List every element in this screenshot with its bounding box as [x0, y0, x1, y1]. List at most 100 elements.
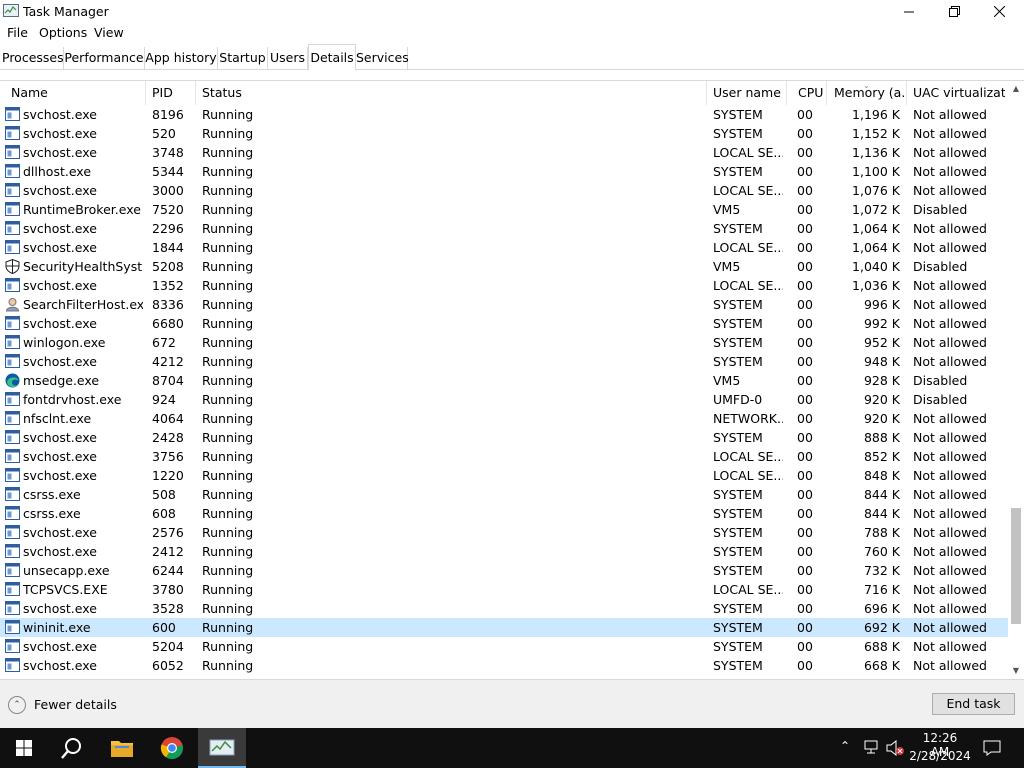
column-cpu[interactable]: CPU: [798, 85, 824, 103]
table-row[interactable]: svchost.exe 3756 Running LOCAL SE... 00 852 K…: [0, 447, 1008, 466]
restore-button[interactable]: [931, 0, 977, 23]
taskbar-search-button[interactable]: [48, 728, 96, 768]
column-name[interactable]: Name: [11, 85, 141, 103]
process-user: SYSTEM: [713, 525, 763, 540]
table-row[interactable]: svchost.exe 6680 Running SYSTEM 00 992 K Not a…: [0, 314, 1008, 333]
end-task-button[interactable]: End task: [932, 693, 1015, 715]
clock-date[interactable]: 2/28/2024: [908, 749, 972, 763]
table-row[interactable]: nfsclnt.exe 4064 Running NETWORK... 00 920 K N…: [0, 409, 1008, 428]
volume-muted-icon[interactable]: [886, 740, 904, 756]
process-pid: 3780: [152, 582, 184, 597]
column-pid[interactable]: PID: [152, 85, 192, 103]
vertical-scrollbar[interactable]: ▲ ▼: [1008, 81, 1024, 678]
process-name: svchost.exe: [23, 316, 97, 331]
table-row[interactable]: SearchFilterHost.exe 8336 Running SYSTEM 00 9…: [0, 295, 1008, 314]
scroll-up-arrow-icon[interactable]: ▲: [1008, 81, 1024, 97]
process-name: svchost.exe: [23, 449, 97, 464]
process-pid: 4064: [152, 411, 184, 426]
process-uac: Not allowed: [913, 563, 987, 578]
column-user-name[interactable]: User name: [713, 85, 783, 103]
windows-start-icon: [16, 740, 32, 756]
process-name: svchost.exe: [23, 354, 97, 369]
table-row[interactable]: svchost.exe 1220 Running LOCAL SE... 00 848 K…: [0, 466, 1008, 485]
table-row[interactable]: svchost.exe 6052 Running SYSTEM 00 668 K Not a…: [0, 656, 1008, 675]
chevron-up-icon[interactable]: ⌃: [8, 696, 26, 714]
process-memory: 848 K: [863, 468, 900, 483]
process-status: Running: [202, 544, 254, 559]
process-uac: Not allowed: [913, 601, 987, 616]
table-row[interactable]: TCPSVCS.EXE 3780 Running LOCAL SE... 00 716 K…: [0, 580, 1008, 599]
process-status: Running: [202, 468, 254, 483]
table-row[interactable]: svchost.exe 2296 Running SYSTEM 00 1,064 K Not…: [0, 219, 1008, 238]
menu-options[interactable]: Options: [39, 25, 87, 40]
process-pid: 4212: [152, 354, 184, 369]
table-row[interactable]: RuntimeBroker.exe 7520 Running VM5 00 1,072 K…: [0, 200, 1008, 219]
column-memory[interactable]: Memory (a...: [834, 85, 904, 103]
minimize-button[interactable]: [886, 0, 932, 23]
menu-view[interactable]: View: [94, 25, 124, 40]
search-icon: [61, 738, 81, 759]
table-row[interactable]: svchost.exe 4212 Running SYSTEM 00 948 K Not a…: [0, 352, 1008, 371]
start-button[interactable]: [0, 728, 48, 768]
process-user: VM5: [713, 259, 741, 274]
table-row[interactable]: svchost.exe 2576 Running SYSTEM 00 788 K Not a…: [0, 523, 1008, 542]
tab-app-history[interactable]: App history: [145, 47, 218, 70]
column-status[interactable]: Status: [202, 85, 302, 103]
table-row[interactable]: unsecapp.exe 6244 Running SYSTEM 00 732 K Not …: [0, 561, 1008, 580]
table-row[interactable]: svchost.exe 2428 Running SYSTEM 00 888 K Not a…: [0, 428, 1008, 447]
process-cpu: 00: [797, 316, 813, 331]
fewer-details-link[interactable]: Fewer details: [34, 697, 117, 712]
process-name: unsecapp.exe: [23, 563, 110, 578]
close-button[interactable]: [976, 0, 1022, 23]
process-status: Running: [202, 354, 254, 369]
table-row[interactable]: csrss.exe 608 Running SYSTEM 00 844 K Not allo…: [0, 504, 1008, 523]
network-icon[interactable]: [864, 740, 880, 754]
process-uac: Not allowed: [913, 468, 987, 483]
taskbar-chrome[interactable]: [148, 728, 196, 768]
table-row[interactable]: csrss.exe 508 Running SYSTEM 00 844 K Not allo…: [0, 485, 1008, 504]
table-row[interactable]: svchost.exe 1352 Running LOCAL SE... 00 1,036…: [0, 276, 1008, 295]
process-cpu: 00: [797, 563, 813, 578]
table-row[interactable]: wininit.exe 600 Running SYSTEM 00 692 K Not al…: [0, 618, 1008, 637]
table-row[interactable]: svchost.exe 1844 Running LOCAL SE... 00 1,064…: [0, 238, 1008, 257]
process-memory: 692 K: [863, 620, 900, 635]
task-manager-icon: [209, 739, 235, 756]
table-row[interactable]: svchost.exe 3748 Running LOCAL SE... 00 1,136…: [0, 143, 1008, 162]
window-title: Task Manager: [23, 4, 109, 19]
process-pid: 3528: [152, 601, 184, 616]
table-row[interactable]: SecurityHealthSystra... 5208 Running VM5 00 1…: [0, 257, 1008, 276]
table-row[interactable]: dllhost.exe 5344 Running SYSTEM 00 1,100 K Not…: [0, 162, 1008, 181]
table-row[interactable]: svchost.exe 2412 Running SYSTEM 00 760 K Not a…: [0, 542, 1008, 561]
table-row[interactable]: svchost.exe 8196 Running SYSTEM 00 1,196 K Not…: [0, 105, 1008, 124]
scroll-down-arrow-icon[interactable]: ▼: [1008, 663, 1024, 678]
title-bar[interactable]: Task Manager: [0, 0, 1024, 23]
table-row[interactable]: fontdrvhost.exe 924 Running UMFD-0 00 920 K Di…: [0, 390, 1008, 409]
table-row[interactable]: winlogon.exe 672 Running SYSTEM 00 952 K Not a…: [0, 333, 1008, 352]
taskbar-file-explorer[interactable]: [98, 728, 146, 768]
table-row[interactable]: svchost.exe 3528 Running SYSTEM 00 696 K Not a…: [0, 599, 1008, 618]
tab-performance[interactable]: Performance: [64, 47, 145, 70]
scroll-thumb[interactable]: [1011, 508, 1021, 624]
tab-users[interactable]: Users: [268, 47, 308, 70]
column-uac-virtualization[interactable]: UAC virtualizat...: [913, 85, 1005, 103]
taskbar-task-manager[interactable]: [198, 728, 246, 768]
process-cpu: 00: [797, 487, 813, 502]
table-row[interactable]: msedge.exe 8704 Running VM5 00 928 K Disabled: [0, 371, 1008, 390]
process-status: Running: [202, 658, 254, 673]
process-cpu: 00: [797, 297, 813, 312]
table-row[interactable]: svchost.exe 3000 Running LOCAL SE... 00 1,076…: [0, 181, 1008, 200]
tab-startup[interactable]: Startup: [218, 47, 268, 70]
tab-services[interactable]: Services: [356, 47, 409, 70]
menu-file[interactable]: File: [7, 25, 28, 40]
process-name: csrss.exe: [23, 506, 81, 521]
process-memory: 788 K: [863, 525, 900, 540]
tab-processes[interactable]: Processes: [2, 47, 64, 70]
tab-details[interactable]: Details: [308, 44, 356, 71]
action-center-icon[interactable]: [983, 740, 1001, 756]
process-user: SYSTEM: [713, 354, 763, 369]
process-pid: 1352: [152, 278, 184, 293]
table-row[interactable]: svchost.exe 520 Running SYSTEM 00 1,152 K Not …: [0, 124, 1008, 143]
table-row[interactable]: svchost.exe 5204 Running SYSTEM 00 688 K Not a…: [0, 637, 1008, 656]
tray-chevron-up-icon[interactable]: ⌃: [840, 739, 850, 753]
process-pid: 1220: [152, 468, 184, 483]
